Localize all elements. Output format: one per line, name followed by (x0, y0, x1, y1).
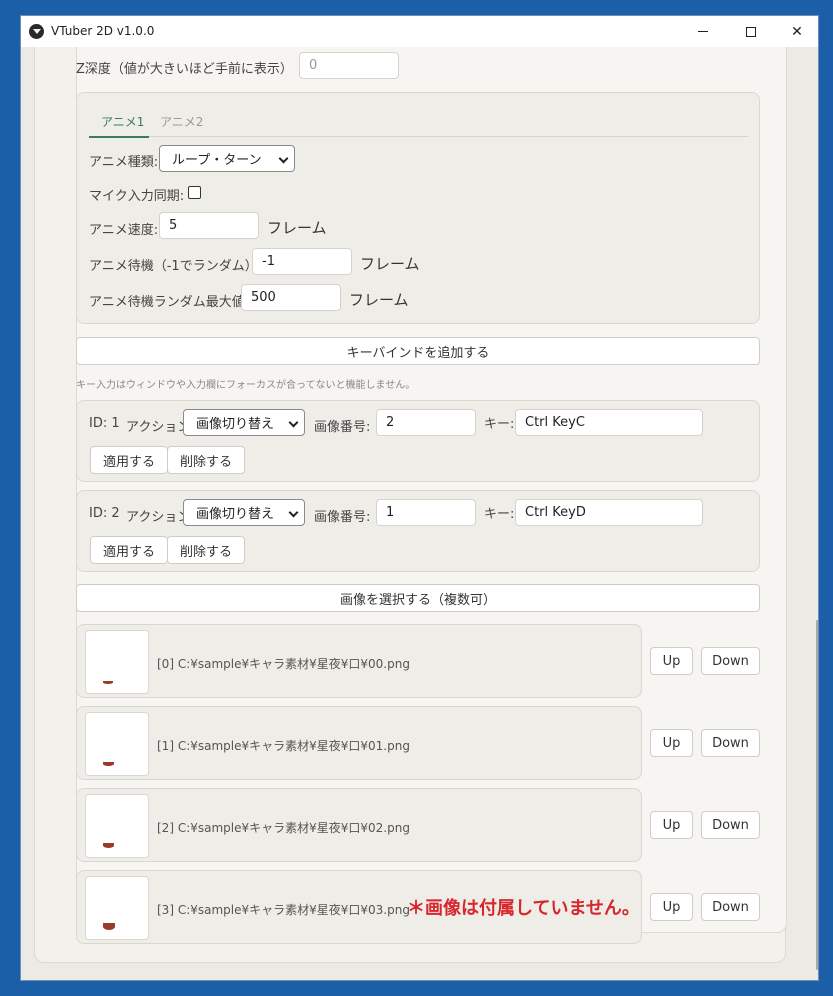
maximize-button[interactable] (728, 16, 774, 47)
close-icon: ✕ (791, 23, 803, 40)
anim-wait-max-input[interactable]: 500 (241, 284, 341, 311)
keybind-image-no-label: 画像番号: (314, 420, 371, 435)
anim-settings-box: アニメ1 アニメ2 アニメ種類: ループ・ターン マイク入力同期: アニメ速度:… (76, 92, 760, 324)
image-down-button[interactable]: Down (701, 811, 760, 839)
keybind-key-value: Ctrl KeyC (525, 415, 585, 430)
keybind-item: ID: 2 アクション: 画像切り替え 画像番号: 1 キー: Ctrl Key… (76, 490, 760, 572)
image-down-button[interactable]: Down (701, 729, 760, 757)
tab-anime2[interactable]: アニメ2 (160, 113, 203, 130)
image-up-button[interactable]: Up (650, 729, 693, 757)
image-down-button[interactable]: Down (701, 893, 760, 921)
anim-speed-input[interactable]: 5 (159, 212, 259, 239)
anim-type-label: アニメ種類: (89, 155, 159, 170)
window-title: VTuber 2D v1.0.0 (51, 24, 155, 38)
keybind-key-label: キー: (484, 507, 515, 522)
tab-active-indicator (89, 136, 149, 138)
image-path: [0] C:¥sample¥キャラ素材¥星夜¥口¥00.png (157, 657, 410, 671)
anim-type-select[interactable]: ループ・ターン (159, 145, 295, 172)
anim-speed-unit: フレーム (267, 219, 327, 237)
mouth-image (103, 843, 114, 848)
keybind-delete-button[interactable]: 削除する (167, 536, 245, 564)
image-thumbnail (85, 794, 149, 858)
anim-wait-unit: フレーム (360, 255, 420, 273)
keybind-id: ID: 2 (89, 506, 120, 521)
add-keybind-button[interactable]: キーバインドを追加する (76, 337, 760, 365)
image-path: [2] C:¥sample¥キャラ素材¥星夜¥口¥02.png (157, 821, 410, 835)
mic-sync-label: マイク入力同期: (89, 189, 185, 204)
zdepth-value: 0 (309, 58, 318, 73)
image-up-button[interactable]: Up (650, 647, 693, 675)
keybind-image-no-value: 2 (386, 415, 395, 430)
keybind-apply-button[interactable]: 適用する (90, 536, 168, 564)
mouth-image (103, 681, 113, 684)
keybind-hint: キー入力はウィンドウや入力欄にフォーカスが合ってないと機能しません。 (76, 380, 416, 391)
image-path: [3] C:¥sample¥キャラ素材¥星夜¥口¥03.png (157, 903, 410, 917)
keybind-id: ID: 1 (89, 416, 120, 431)
keybind-image-no-value: 1 (386, 505, 395, 520)
image-thumbnail (85, 712, 149, 776)
mouth-image (103, 762, 114, 766)
anim-wait-max-label: アニメ待機ランダム最大値: (89, 295, 250, 310)
anim-speed-value: 5 (169, 218, 178, 233)
keybind-key-input[interactable]: Ctrl KeyD (515, 499, 703, 526)
maximize-icon (746, 26, 756, 37)
chevron-down-icon (288, 507, 299, 518)
keybind-action-select[interactable]: 画像切り替え (183, 409, 305, 436)
keybind-key-value: Ctrl KeyD (525, 505, 586, 520)
image-thumbnail (85, 876, 149, 940)
keybind-action-value: 画像切り替え (196, 507, 275, 522)
keybind-apply-button[interactable]: 適用する (90, 446, 168, 474)
image-path: [1] C:¥sample¥キャラ素材¥星夜¥口¥01.png (157, 739, 410, 753)
title-bar[interactable]: VTuber 2D v1.0.0 ✕ (21, 16, 818, 47)
app-window: VTuber 2D v1.0.0 ✕ Z深度（値が大きいほど手前に表示） 0 ア… (20, 15, 819, 981)
scrollbar-thumb[interactable] (816, 620, 818, 970)
anim-wait-value: -1 (262, 254, 275, 269)
keybind-delete-button[interactable]: 削除する (167, 446, 245, 474)
tab-divider (89, 136, 748, 137)
image-list-item: [1] C:¥sample¥キャラ素材¥星夜¥口¥01.png (76, 706, 642, 780)
anim-wait-max-value: 500 (251, 290, 276, 305)
anim-wait-label: アニメ待機（-1でランダム）: (89, 259, 263, 274)
keybind-image-no-input[interactable]: 2 (376, 409, 476, 436)
tab-anime1[interactable]: アニメ1 (101, 113, 144, 130)
image-note: ＊画像は付属していません。 (407, 898, 640, 919)
keybind-image-no-input[interactable]: 1 (376, 499, 476, 526)
close-button[interactable]: ✕ (774, 16, 818, 47)
keybind-key-label: キー: (484, 417, 515, 432)
minimize-button[interactable] (680, 16, 726, 47)
image-up-button[interactable]: Up (650, 811, 693, 839)
minimize-icon (698, 31, 708, 32)
zdepth-input[interactable]: 0 (299, 52, 399, 79)
mouth-image (103, 923, 115, 930)
anim-speed-label: アニメ速度: (89, 223, 159, 238)
keybind-image-no-label: 画像番号: (314, 510, 371, 525)
keybind-action-value: 画像切り替え (196, 417, 275, 432)
anim-wait-max-unit: フレーム (349, 291, 409, 309)
image-list-item: [2] C:¥sample¥キャラ素材¥星夜¥口¥02.png (76, 788, 642, 862)
keybind-action-select[interactable]: 画像切り替え (183, 499, 305, 526)
keybind-item: ID: 1 アクション: 画像切り替え 画像番号: 2 キー: Ctrl Key… (76, 400, 760, 482)
image-thumbnail (85, 630, 149, 694)
app-logo-icon (29, 24, 44, 39)
keybind-key-input[interactable]: Ctrl KeyC (515, 409, 703, 436)
anim-wait-input[interactable]: -1 (252, 248, 352, 275)
chevron-down-icon (278, 153, 289, 164)
image-list-item: [0] C:¥sample¥キャラ素材¥星夜¥口¥00.png (76, 624, 642, 698)
zdepth-label: Z深度（値が大きいほど手前に表示） (76, 62, 293, 77)
mic-sync-checkbox[interactable] (188, 186, 201, 199)
chevron-down-icon (288, 417, 299, 428)
image-up-button[interactable]: Up (650, 893, 693, 921)
image-down-button[interactable]: Down (701, 647, 760, 675)
anim-type-value: ループ・ターン (172, 153, 262, 168)
client-area: Z深度（値が大きいほど手前に表示） 0 アニメ1 アニメ2 アニメ種類: ループ… (21, 47, 818, 980)
select-images-button[interactable]: 画像を選択する（複数可） (76, 584, 760, 612)
